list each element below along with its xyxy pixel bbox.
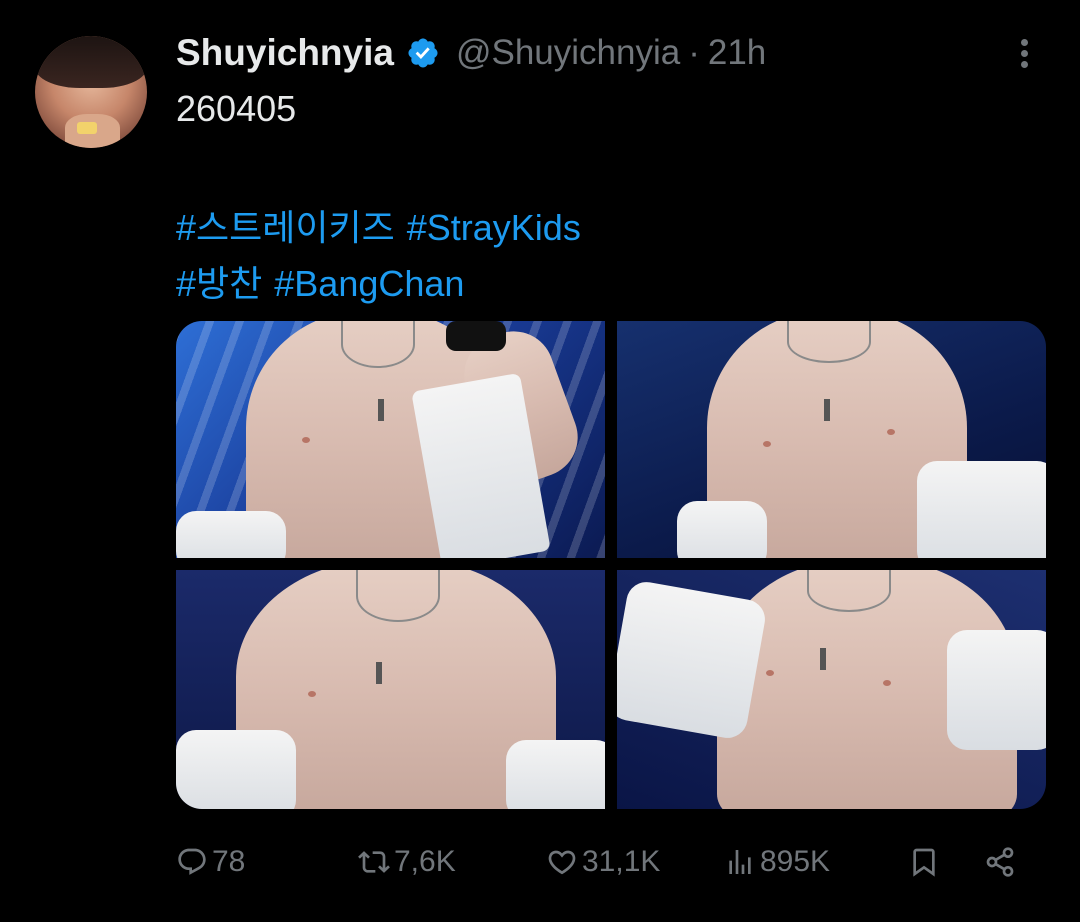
reply-count: 78 [212,845,246,878]
author-handle[interactable]: @Shuyichnyia [456,33,680,73]
media-photo-3[interactable] [176,570,605,809]
retweet-count: 7,6K [394,845,456,878]
views-icon [729,850,751,874]
heart-icon [548,850,576,875]
media-grid [176,321,1046,809]
avatar-hair [35,36,147,88]
author-avatar[interactable] [35,36,147,148]
views-count: 895K [760,845,831,878]
bookmark-button[interactable] [908,834,944,890]
media-photo-1[interactable] [176,321,605,558]
hashtag-line-2: #방찬 #BangChan [176,255,476,307]
hashtag-link[interactable]: #방찬 [176,263,262,304]
tweet-header: Shuyichnyia @Shuyichnyia · 21h [176,28,766,78]
meta-separator: · [688,33,700,72]
hashtag-line-1: #스트레이키즈 #StrayKids [176,199,593,251]
views-button[interactable]: 895K [724,834,830,890]
hashtag-link[interactable]: #StrayKids [407,207,581,248]
tweet-text: 260405 [176,88,297,129]
author-name[interactable]: Shuyichnyia [176,32,394,74]
avatar-object [77,122,97,134]
hashtag-link[interactable]: #스트레이키즈 [176,207,395,248]
tweet-action-bar: 78 7,6K 31,1K 895K [176,834,1036,890]
more-options-icon[interactable] [1008,36,1040,72]
retweet-button[interactable]: 7,6K [358,834,456,890]
tweet-timestamp[interactable]: 21h [708,33,766,73]
like-button[interactable]: 31,1K [546,834,660,890]
hashtag-link[interactable]: #BangChan [274,263,464,304]
like-count: 31,1K [582,845,661,878]
media-photo-4[interactable] [617,570,1046,809]
share-icon [986,847,1014,877]
bookmark-icon [913,848,935,877]
share-button[interactable] [984,834,1020,890]
reply-icon [178,848,206,875]
verified-badge-icon [408,38,438,68]
retweet-icon [358,851,390,873]
media-photo-2[interactable] [617,321,1046,558]
reply-button[interactable]: 78 [176,834,245,890]
